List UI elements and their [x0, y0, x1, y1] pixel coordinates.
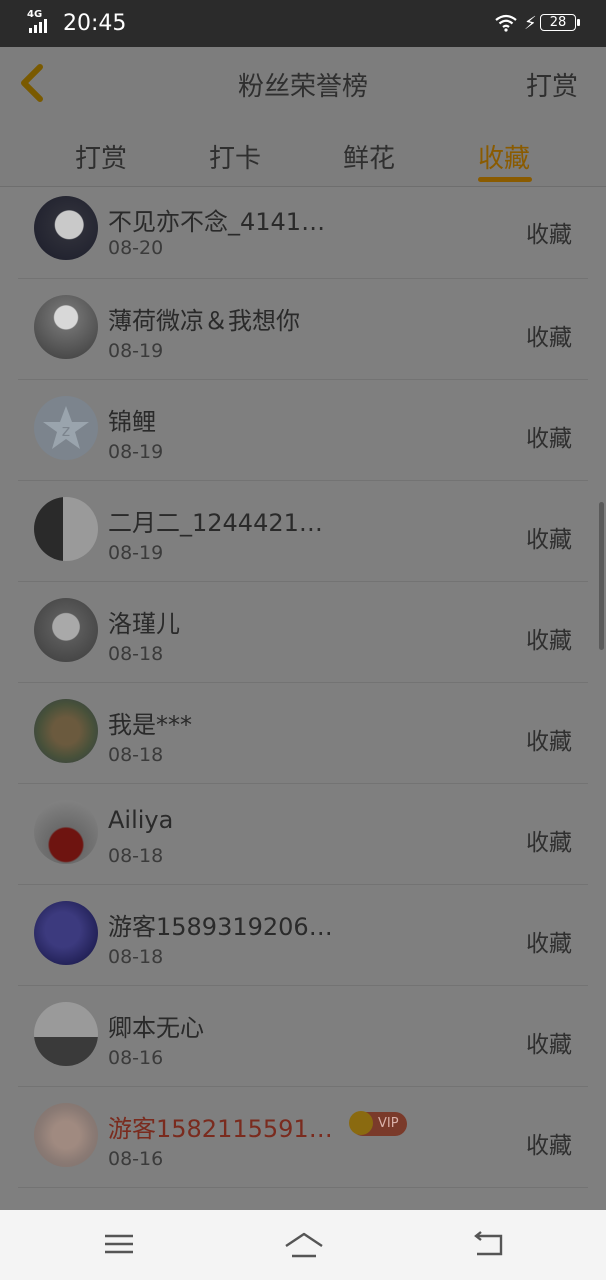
user-name: 锦鲤: [108, 408, 156, 436]
date-label: 08-16: [108, 1148, 164, 1170]
favorite-label: 收藏: [526, 222, 572, 248]
vip-badge: VIP: [349, 1111, 407, 1136]
favorite-label: 收藏: [526, 426, 572, 452]
tab-flowers[interactable]: 鲜花: [343, 138, 395, 175]
user-name: 不见亦不念_4141…: [108, 208, 326, 236]
system-nav-bar: [0, 1210, 606, 1280]
favorite-label: 收藏: [526, 1133, 572, 1159]
list-item[interactable]: 游客1582115591… VIP 08-16 收藏: [18, 1087, 588, 1188]
user-name-vip: 游客1582115591…: [108, 1115, 333, 1143]
list-item[interactable]: 不见亦不念_4141… 08-20 收藏: [18, 187, 588, 279]
avatar: [34, 497, 98, 561]
favorite-label: 收藏: [526, 628, 572, 654]
favorite-label: 收藏: [526, 1032, 572, 1058]
list-item[interactable]: Ailiya 08-18 收藏: [18, 784, 588, 885]
list-item[interactable]: z 锦鲤 08-19 收藏: [18, 380, 588, 481]
charging-icon: ⚡: [524, 13, 537, 34]
list-item[interactable]: 卿本无心 08-16 收藏: [18, 986, 588, 1087]
page-title: 粉丝荣誉榜: [237, 72, 368, 102]
date-label: 08-18: [108, 643, 164, 665]
user-name: 我是***: [108, 711, 192, 739]
date-label: 08-18: [108, 744, 164, 766]
wifi-icon: [495, 14, 517, 32]
date-label: 08-18: [108, 946, 164, 968]
tab-reward[interactable]: 打赏: [75, 138, 127, 175]
back-icon[interactable]: [471, 1228, 507, 1260]
date-label: 08-19: [108, 340, 164, 362]
favorite-label: 收藏: [526, 527, 572, 553]
scrollbar[interactable]: [599, 502, 604, 650]
active-tab-indicator: [478, 177, 532, 182]
date-label: 08-16: [108, 1047, 164, 1069]
list-item[interactable]: 洛瑾儿 08-18 收藏: [18, 582, 588, 683]
battery-indicator: 28: [540, 14, 580, 31]
list-item[interactable]: 我是*** 08-18 收藏: [18, 683, 588, 784]
reward-button[interactable]: 打赏: [526, 66, 578, 103]
svg-text:z: z: [62, 421, 70, 440]
network-type: 4G: [27, 9, 43, 20]
user-name: Ailiya: [108, 806, 174, 834]
user-name: 二月二_1244421…: [108, 509, 323, 537]
menu-icon[interactable]: [101, 1228, 137, 1260]
avatar: z: [34, 396, 98, 460]
status-bar: 4G 20:45 ⚡ 28: [0, 0, 606, 47]
tab-checkin[interactable]: 打卡: [209, 138, 261, 175]
crown-coin-icon: [349, 1111, 373, 1135]
favorite-label: 收藏: [526, 729, 572, 755]
favorite-label: 收藏: [526, 931, 572, 957]
favorite-label: 收藏: [526, 830, 572, 856]
date-label: 08-19: [108, 441, 164, 463]
avatar: [34, 196, 98, 260]
date-label: 08-20: [108, 237, 164, 259]
list-item[interactable]: 游客1589319206… 08-18 收藏: [18, 885, 588, 986]
list-item[interactable]: 二月二_1244421… 08-19 收藏: [18, 481, 588, 582]
favorite-label: 收藏: [526, 325, 572, 351]
date-label: 08-18: [108, 845, 164, 867]
user-name: 洛瑾儿: [108, 610, 180, 638]
tab-bar: 打赏 打卡 鲜花 收藏: [0, 118, 606, 187]
avatar: [34, 295, 98, 359]
star-icon: z: [43, 406, 89, 449]
user-name: 游客1589319206…: [108, 913, 333, 941]
avatar: [34, 800, 98, 864]
avatar: [34, 598, 98, 662]
avatar: [34, 1103, 98, 1167]
app-header: 粉丝荣誉榜 打赏: [0, 47, 606, 119]
list-item[interactable]: 薄荷微凉＆我想你 08-19 收藏: [18, 279, 588, 380]
user-name: 薄荷微凉＆我想你: [108, 307, 300, 335]
date-label: 08-19: [108, 542, 164, 564]
user-name: 卿本无心: [108, 1014, 204, 1042]
avatar: [34, 699, 98, 763]
home-icon[interactable]: [283, 1228, 325, 1260]
tab-favorites[interactable]: 收藏: [478, 138, 530, 175]
avatar: [34, 1002, 98, 1066]
avatar: [34, 901, 98, 965]
clock: 20:45: [63, 11, 127, 36]
fan-list: 不见亦不念_4141… 08-20 收藏 薄荷微凉＆我想你 08-19 收藏 z…: [0, 187, 606, 1188]
